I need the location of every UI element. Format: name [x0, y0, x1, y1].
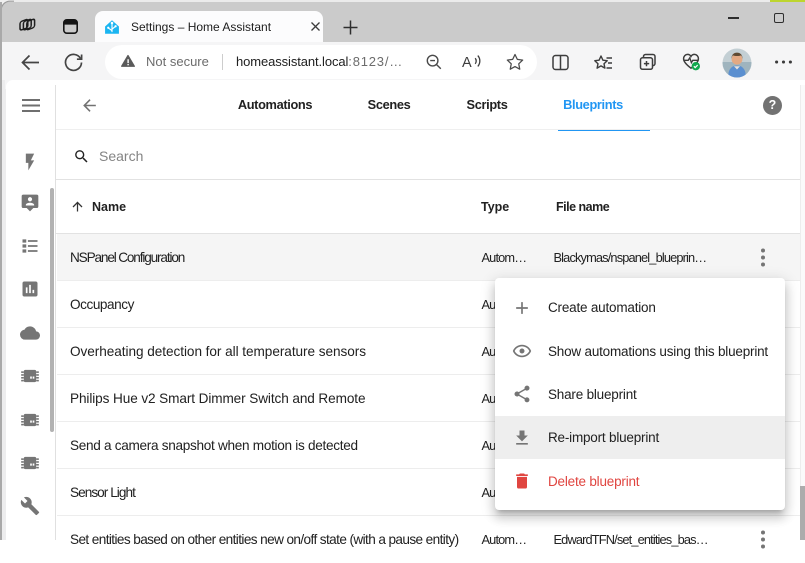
- svg-text:A: A: [462, 55, 472, 71]
